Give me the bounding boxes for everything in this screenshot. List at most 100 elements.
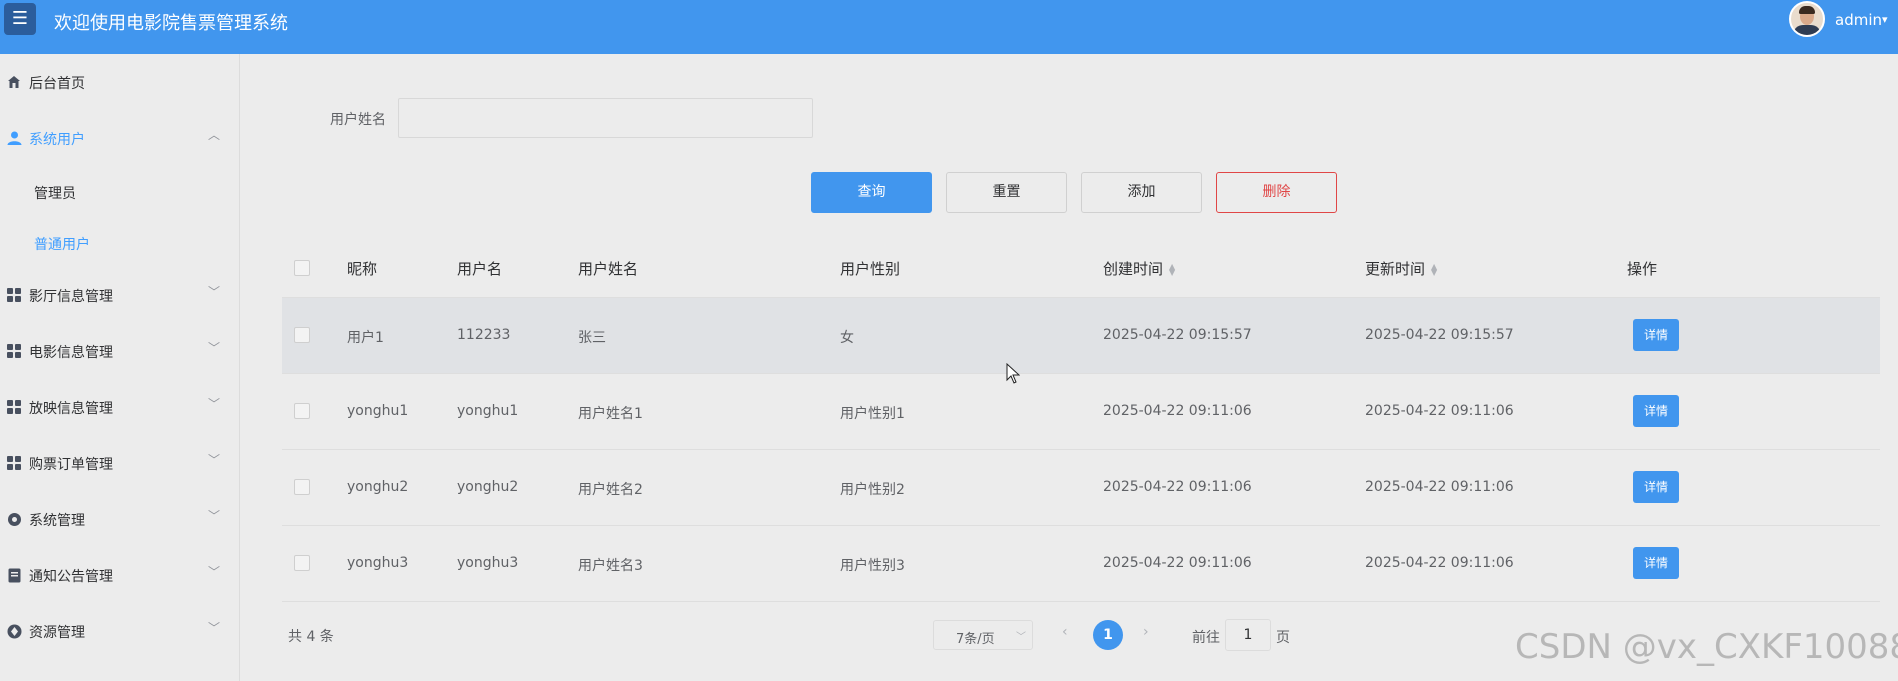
- reset-button[interactable]: 重置: [946, 172, 1067, 213]
- cell-username: 112233: [457, 327, 511, 343]
- cell-created: 2025-04-22 09:11:06: [1103, 403, 1252, 419]
- select-all-checkbox[interactable]: [294, 260, 310, 276]
- goto-label: 前往: [1192, 630, 1220, 646]
- cell-gender: 用户性别2: [840, 482, 905, 498]
- sidebar-item-hall-info[interactable]: 影厅信息管理 ﹀: [0, 275, 240, 315]
- table-row[interactable]: yonghu2 yonghu2 用户姓名2 用户性别2 2025-04-22 0…: [282, 449, 1880, 525]
- sidebar-item-label: 影厅信息管理: [29, 289, 113, 305]
- chevron-down-icon[interactable]: ▾: [1882, 13, 1888, 26]
- chevron-down-icon: ﹀: [208, 621, 221, 635]
- goto-page-input[interactable]: 1: [1225, 619, 1271, 651]
- column-header: 用户性别: [840, 260, 901, 278]
- total-count: 共 4 条: [288, 629, 334, 645]
- next-page-icon[interactable]: ›: [1143, 624, 1149, 640]
- sidebar-item-label: 后台首页: [29, 76, 85, 92]
- sidebar-item-label: 放映信息管理: [29, 401, 113, 417]
- add-button[interactable]: 添加: [1081, 172, 1202, 213]
- sidebar-item-ticket-orders[interactable]: 购票订单管理 ﹀: [0, 443, 240, 483]
- grid-icon: [6, 343, 22, 359]
- cell-updated: 2025-04-22 09:11:06: [1365, 555, 1514, 571]
- cell-updated: 2025-04-22 09:15:57: [1365, 327, 1514, 343]
- cell-nickname: yonghu2: [347, 479, 409, 495]
- cell-created: 2025-04-22 09:11:06: [1103, 479, 1252, 495]
- notice-icon: [6, 567, 22, 583]
- page-unit-label: 页: [1276, 630, 1290, 646]
- chevron-down-icon: ﹀: [208, 509, 221, 523]
- grid-icon: [6, 455, 22, 471]
- chevron-down-icon: ﹀: [208, 285, 221, 299]
- mouse-cursor-icon: [1006, 363, 1020, 384]
- user-name[interactable]: admin: [1835, 11, 1882, 29]
- table-row[interactable]: yonghu1 yonghu1 用户姓名1 用户性别1 2025-04-22 0…: [282, 373, 1880, 449]
- sidebar-item-label: 电影信息管理: [29, 345, 113, 361]
- chevron-down-icon: ﹀: [208, 453, 221, 467]
- app-title: 欢迎使用电影院售票管理系统: [54, 13, 288, 34]
- delete-button[interactable]: 删除: [1216, 172, 1337, 213]
- page-size-value: 7条/页: [956, 632, 995, 647]
- cell-nickname: 用户1: [347, 330, 384, 346]
- cell-gender: 女: [840, 330, 854, 346]
- column-header: 用户姓名: [578, 260, 639, 278]
- cell-updated: 2025-04-22 09:11:06: [1365, 479, 1514, 495]
- cell-username: yonghu3: [457, 555, 519, 571]
- column-header: 用户名: [457, 260, 503, 278]
- sidebar-item-system-users[interactable]: 系统用户 ︿: [0, 118, 240, 158]
- search-input[interactable]: [398, 98, 813, 138]
- page-number-current[interactable]: 1: [1093, 620, 1123, 650]
- grid-icon: [6, 287, 22, 303]
- sidebar-item-label: 系统管理: [29, 513, 85, 529]
- sidebar: 后台首页 系统用户 ︿ 管理员 普通用户 影厅信息管理 ﹀ 电影信息管理 ﹀ 放…: [0, 54, 240, 681]
- row-checkbox[interactable]: [294, 327, 310, 343]
- sidebar-item-resources[interactable]: 资源管理 ﹀: [0, 611, 240, 651]
- table-header: 昵称 用户名 用户姓名 用户性别 创建时间 ▲ ▼ 更新时间 ▲ ▼ 操作: [282, 240, 1880, 297]
- cell-gender: 用户性别1: [840, 406, 905, 422]
- sidebar-item-system-settings[interactable]: 系统管理 ﹀: [0, 499, 240, 539]
- table-row[interactable]: yonghu3 yonghu3 用户姓名3 用户性别3 2025-04-22 0…: [282, 525, 1880, 601]
- sidebar-item-home[interactable]: 后台首页: [0, 62, 240, 102]
- cell-realname: 张三: [578, 330, 606, 346]
- home-icon: [6, 74, 22, 90]
- watermark: CSDN @vx_CXKF10088: [1515, 627, 1898, 667]
- cell-created: 2025-04-22 09:11:06: [1103, 555, 1252, 571]
- detail-button[interactable]: 详情: [1633, 471, 1679, 503]
- gear-icon: [6, 511, 22, 527]
- query-button[interactable]: 查询: [811, 172, 932, 213]
- row-checkbox[interactable]: [294, 555, 310, 571]
- row-checkbox[interactable]: [294, 479, 310, 495]
- sidebar-item-movie-info[interactable]: 电影信息管理 ﹀: [0, 331, 240, 371]
- sort-icon[interactable]: ▲ ▼: [1431, 262, 1437, 276]
- sidebar-item-notices[interactable]: 通知公告管理 ﹀: [0, 555, 240, 595]
- cell-username: yonghu2: [457, 479, 519, 495]
- chevron-up-icon: ︿: [208, 128, 221, 142]
- avatar[interactable]: [1789, 1, 1825, 37]
- cell-realname: 用户姓名3: [578, 558, 643, 574]
- cell-nickname: yonghu1: [347, 403, 409, 419]
- page-size-select[interactable]: 7条/页 ﹀: [933, 620, 1033, 650]
- cell-gender: 用户性别3: [840, 558, 905, 574]
- top-header: ☰ 欢迎使用电影院售票管理系统 admin ▾: [0, 0, 1898, 54]
- detail-button[interactable]: 详情: [1633, 319, 1679, 351]
- sidebar-item-screening-info[interactable]: 放映信息管理 ﹀: [0, 387, 240, 427]
- prev-page-icon[interactable]: ‹: [1062, 624, 1068, 640]
- cell-realname: 用户姓名1: [578, 406, 643, 422]
- cell-nickname: yonghu3: [347, 555, 409, 571]
- column-header: 操作: [1627, 260, 1658, 278]
- sidebar-item-label: 系统用户: [29, 132, 85, 148]
- detail-button[interactable]: 详情: [1633, 547, 1679, 579]
- column-header-created[interactable]: 创建时间 ▲ ▼: [1103, 258, 1175, 279]
- hamburger-icon[interactable]: ☰: [4, 3, 36, 35]
- chevron-down-icon: ﹀: [208, 397, 221, 411]
- cell-realname: 用户姓名2: [578, 482, 643, 498]
- detail-button[interactable]: 详情: [1633, 395, 1679, 427]
- table-row[interactable]: 用户1 112233 张三 女 2025-04-22 09:15:57 2025…: [282, 297, 1880, 373]
- column-header-updated[interactable]: 更新时间 ▲ ▼: [1365, 258, 1437, 279]
- sort-icon[interactable]: ▲ ▼: [1169, 262, 1175, 276]
- column-header: 昵称: [347, 260, 378, 278]
- grid-icon: [6, 399, 22, 415]
- cell-created: 2025-04-22 09:15:57: [1103, 327, 1252, 343]
- row-checkbox[interactable]: [294, 403, 310, 419]
- search-label: 用户姓名: [330, 112, 386, 128]
- resource-icon: [6, 623, 22, 639]
- sidebar-subitem-normal-user[interactable]: 普通用户: [34, 234, 90, 254]
- sidebar-subitem-admin[interactable]: 管理员: [34, 183, 76, 203]
